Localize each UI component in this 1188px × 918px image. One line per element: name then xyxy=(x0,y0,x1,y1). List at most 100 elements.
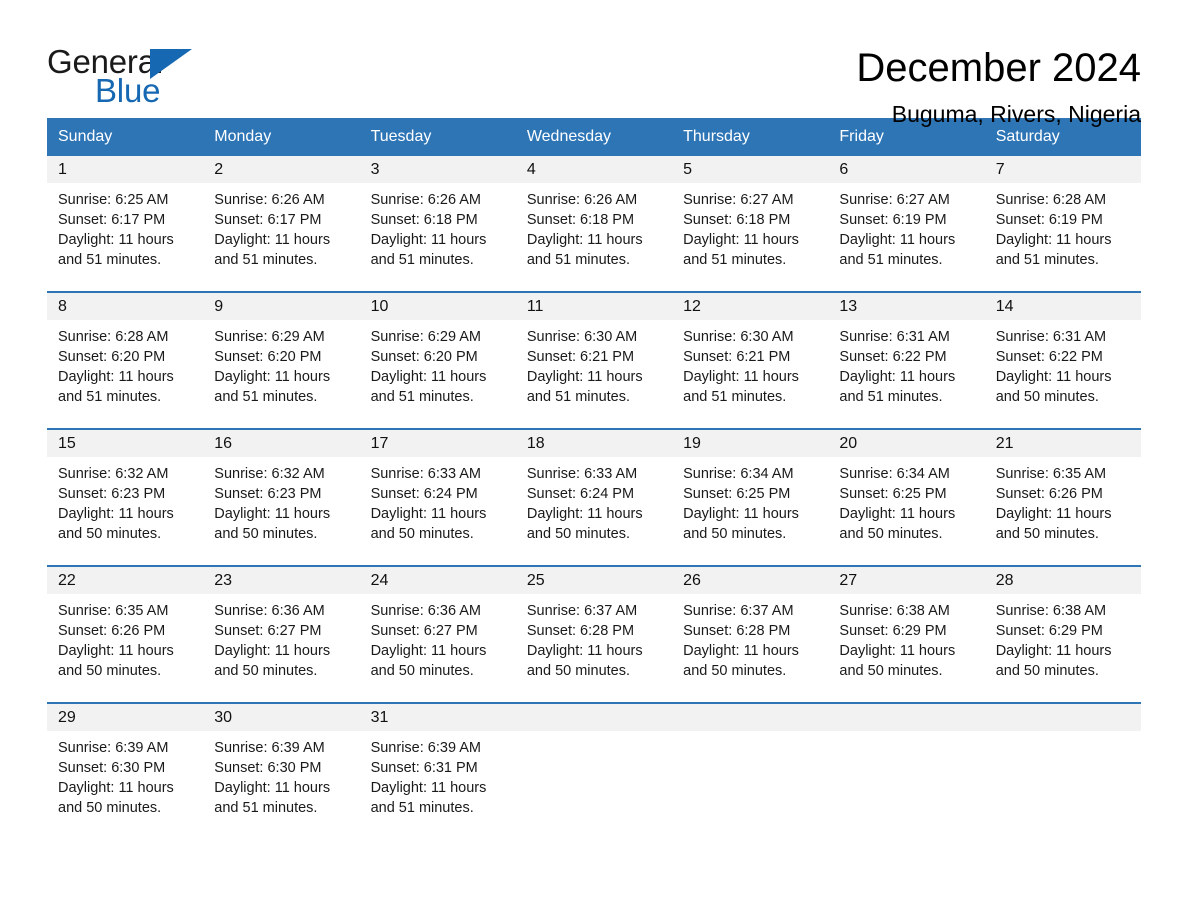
daylight-text: Daylight: 11 hours and 50 minutes. xyxy=(526,506,643,542)
day-number xyxy=(672,704,829,731)
sunset-text: Sunset: 6:28 PM xyxy=(683,623,791,639)
page-title: December 2024 xyxy=(856,46,1141,90)
sunrise-text: Sunrise: 6:33 AM xyxy=(526,466,638,482)
sunrise-text: Sunrise: 6:37 AM xyxy=(683,603,794,619)
sunrise-text: Sunrise: 6:27 AM xyxy=(839,192,950,208)
daylight-text: Daylight: 11 hours and 51 minutes. xyxy=(214,780,331,816)
day-cell[interactable]: 27 Sunrise: 6:38 AM Sunset: 6:29 PM Dayligh… xyxy=(828,565,985,703)
day-number: 28 xyxy=(984,567,1141,594)
day-details: Sunrise: 6:31 AM Sunset: 6:22 PM Daylight:… xyxy=(828,320,984,407)
sunset-text: Sunset: 6:24 PM xyxy=(526,486,635,502)
day-cell[interactable]: 8 Sunrise: 6:28 AM Sunset: 6:20 PM Daylight… xyxy=(47,291,204,429)
sunset-text: Sunset: 6:17 PM xyxy=(58,212,166,228)
day-details: Sunrise: 6:36 AM Sunset: 6:27 PM Daylight:… xyxy=(360,594,516,681)
day-cell[interactable]: 6 Sunrise: 6:27 AM Sunset: 6:19 PM Daylight… xyxy=(828,156,985,292)
day-number: 16 xyxy=(203,430,360,457)
day-number: 8 xyxy=(47,293,204,320)
sunset-text: Sunset: 6:19 PM xyxy=(839,212,947,228)
day-cell[interactable]: 3 Sunrise: 6:26 AM Sunset: 6:18 PM Daylight… xyxy=(359,156,516,292)
day-details: Sunrise: 6:34 AM Sunset: 6:25 PM Daylight:… xyxy=(828,457,984,544)
day-cell[interactable]: 30 Sunrise: 6:39 AM Sunset: 6:30 PM Dayligh… xyxy=(203,702,360,839)
day-details: Sunrise: 6:29 AM Sunset: 6:20 PM Daylight:… xyxy=(360,320,516,407)
daylight-text: Daylight: 11 hours and 51 minutes. xyxy=(214,369,331,405)
daylight-text: Daylight: 11 hours and 51 minutes. xyxy=(370,232,487,268)
day-cell[interactable]: 5 Sunrise: 6:27 AM Sunset: 6:18 PM Daylight… xyxy=(672,156,829,292)
day-cell[interactable]: 16 Sunrise: 6:32 AM Sunset: 6:23 PM Dayligh… xyxy=(203,428,360,566)
day-details: Sunrise: 6:39 AM Sunset: 6:30 PM Daylight:… xyxy=(47,731,203,818)
day-cell[interactable]: 13 Sunrise: 6:31 AM Sunset: 6:22 PM Dayligh… xyxy=(828,291,985,429)
day-cell[interactable]: 22 Sunrise: 6:35 AM Sunset: 6:26 PM Dayligh… xyxy=(47,565,204,703)
daylight-text: Daylight: 11 hours and 50 minutes. xyxy=(839,506,956,542)
day-number: 18 xyxy=(515,430,673,457)
sunset-text: Sunset: 6:25 PM xyxy=(839,486,947,502)
day-details: Sunrise: 6:30 AM Sunset: 6:21 PM Daylight:… xyxy=(672,320,828,407)
sunset-text: Sunset: 6:27 PM xyxy=(214,623,322,639)
day-details: Sunrise: 6:32 AM Sunset: 6:23 PM Daylight:… xyxy=(47,457,203,544)
day-details: Sunrise: 6:30 AM Sunset: 6:21 PM Daylight:… xyxy=(516,320,672,407)
day-cell[interactable]: 26 Sunrise: 6:37 AM Sunset: 6:28 PM Dayligh… xyxy=(672,565,829,703)
sunset-text: Sunset: 6:23 PM xyxy=(214,486,322,502)
calendar-body: 1 Sunrise: 6:25 AM Sunset: 6:17 PM Daylight… xyxy=(47,156,1141,839)
daylight-text: Daylight: 11 hours and 50 minutes. xyxy=(683,506,799,542)
daylight-text: Daylight: 11 hours and 50 minutes. xyxy=(58,780,174,816)
day-cell[interactable]: 24 Sunrise: 6:36 AM Sunset: 6:27 PM Dayligh… xyxy=(359,565,516,703)
sunset-text: Sunset: 6:25 PM xyxy=(683,486,791,502)
day-cell[interactable]: 11 Sunrise: 6:30 AM Sunset: 6:21 PM Dayligh… xyxy=(515,291,673,429)
day-cell[interactable]: 17 Sunrise: 6:33 AM Sunset: 6:24 PM Dayligh… xyxy=(359,428,516,566)
sunrise-text: Sunrise: 6:33 AM xyxy=(370,466,481,482)
sunset-text: Sunset: 6:22 PM xyxy=(995,349,1103,365)
sunrise-text: Sunrise: 6:30 AM xyxy=(683,329,794,345)
day-cell[interactable]: 29 Sunrise: 6:39 AM Sunset: 6:30 PM Dayligh… xyxy=(47,702,204,839)
sunset-text: Sunset: 6:20 PM xyxy=(214,349,322,365)
daylight-text: Daylight: 11 hours and 50 minutes. xyxy=(214,506,331,542)
sunrise-text: Sunrise: 6:36 AM xyxy=(370,603,481,619)
day-cell[interactable]: 7 Sunrise: 6:28 AM Sunset: 6:19 PM Daylight… xyxy=(984,156,1141,292)
day-number: 11 xyxy=(515,293,673,320)
day-cell[interactable]: 21 Sunrise: 6:35 AM Sunset: 6:26 PM Dayligh… xyxy=(984,428,1141,566)
daylight-text: Daylight: 11 hours and 50 minutes. xyxy=(526,643,643,679)
day-cell[interactable]: 31 Sunrise: 6:39 AM Sunset: 6:31 PM Dayligh… xyxy=(359,702,516,839)
sunrise-text: Sunrise: 6:31 AM xyxy=(839,329,950,345)
weekday-header-tuesday: Tuesday xyxy=(359,118,516,156)
day-cell[interactable]: 2 Sunrise: 6:26 AM Sunset: 6:17 PM Daylight… xyxy=(203,156,360,292)
day-details: Sunrise: 6:33 AM Sunset: 6:24 PM Daylight:… xyxy=(516,457,672,544)
day-details: Sunrise: 6:28 AM Sunset: 6:19 PM Daylight:… xyxy=(985,183,1141,270)
day-cell[interactable]: 10 Sunrise: 6:29 AM Sunset: 6:20 PM Dayligh… xyxy=(359,291,516,429)
day-details: Sunrise: 6:39 AM Sunset: 6:31 PM Daylight:… xyxy=(360,731,516,818)
day-cell[interactable]: 23 Sunrise: 6:36 AM Sunset: 6:27 PM Dayligh… xyxy=(203,565,360,703)
daylight-text: Daylight: 11 hours and 51 minutes. xyxy=(370,780,487,816)
daylight-text: Daylight: 11 hours and 50 minutes. xyxy=(58,643,174,679)
day-details: Sunrise: 6:37 AM Sunset: 6:28 PM Daylight:… xyxy=(516,594,672,681)
day-number: 10 xyxy=(359,293,516,320)
day-cell[interactable]: 14 Sunrise: 6:31 AM Sunset: 6:22 PM Dayligh… xyxy=(984,291,1141,429)
day-cell[interactable]: 25 Sunrise: 6:37 AM Sunset: 6:28 PM Dayligh… xyxy=(515,565,673,703)
day-cell[interactable]: 4 Sunrise: 6:26 AM Sunset: 6:18 PM Daylight… xyxy=(515,156,673,292)
sunset-text: Sunset: 6:26 PM xyxy=(995,486,1103,502)
day-cell[interactable]: 9 Sunrise: 6:29 AM Sunset: 6:20 PM Daylight… xyxy=(203,291,360,429)
day-cell[interactable]: 12 Sunrise: 6:30 AM Sunset: 6:21 PM Dayligh… xyxy=(672,291,829,429)
sunrise-text: Sunrise: 6:28 AM xyxy=(995,192,1107,208)
day-number: 31 xyxy=(359,704,516,731)
daylight-text: Daylight: 11 hours and 50 minutes. xyxy=(214,643,331,679)
day-cell[interactable]: 1 Sunrise: 6:25 AM Sunset: 6:17 PM Daylight… xyxy=(47,156,204,292)
day-cell[interactable]: 18 Sunrise: 6:33 AM Sunset: 6:24 PM Dayligh… xyxy=(515,428,673,566)
day-details: Sunrise: 6:34 AM Sunset: 6:25 PM Daylight:… xyxy=(672,457,828,544)
day-number: 6 xyxy=(828,156,985,183)
day-cell[interactable]: 19 Sunrise: 6:34 AM Sunset: 6:25 PM Dayligh… xyxy=(672,428,829,566)
calendar-page: General Blue December 2024 Buguma, River… xyxy=(0,0,1188,918)
daylight-text: Daylight: 11 hours and 51 minutes. xyxy=(839,369,956,405)
sunrise-text: Sunrise: 6:38 AM xyxy=(839,603,950,619)
daylight-text: Daylight: 11 hours and 51 minutes. xyxy=(526,369,643,405)
day-cell[interactable]: 20 Sunrise: 6:34 AM Sunset: 6:25 PM Dayligh… xyxy=(828,428,985,566)
day-cell[interactable]: 15 Sunrise: 6:32 AM Sunset: 6:23 PM Dayligh… xyxy=(47,428,204,566)
day-number: 7 xyxy=(984,156,1141,183)
sunset-text: Sunset: 6:21 PM xyxy=(683,349,791,365)
day-number: 19 xyxy=(672,430,829,457)
day-cell-empty xyxy=(515,702,673,839)
day-details: Sunrise: 6:38 AM Sunset: 6:29 PM Daylight:… xyxy=(828,594,984,681)
sunrise-text: Sunrise: 6:39 AM xyxy=(370,740,481,756)
sunrise-text: Sunrise: 6:29 AM xyxy=(214,329,325,345)
sunrise-text: Sunrise: 6:35 AM xyxy=(58,603,169,619)
calendar-week-row: 8 Sunrise: 6:28 AM Sunset: 6:20 PM Daylight… xyxy=(47,291,1141,429)
day-cell[interactable]: 28 Sunrise: 6:38 AM Sunset: 6:29 PM Dayligh… xyxy=(984,565,1141,703)
